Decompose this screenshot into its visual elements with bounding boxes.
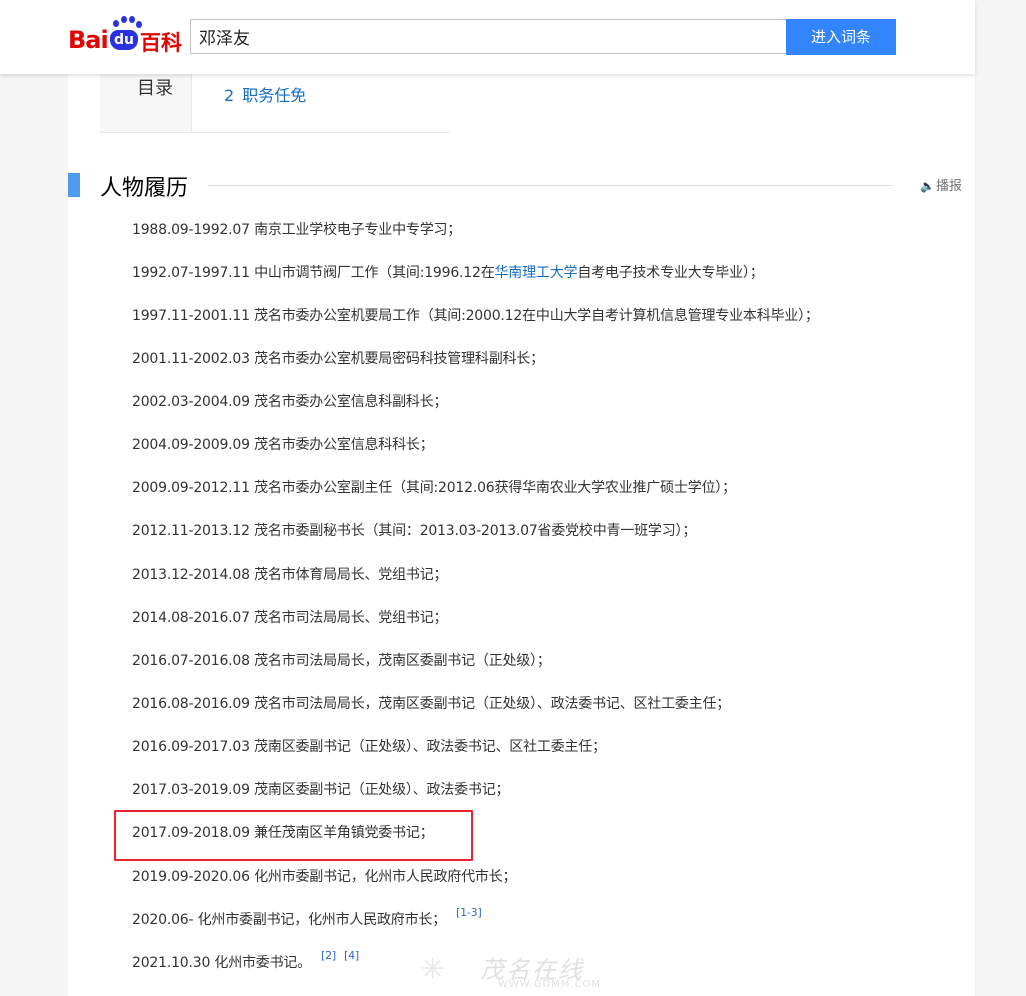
- section-accent-bar: [68, 173, 80, 197]
- catalog-item-number: 2: [224, 86, 235, 105]
- career-item: 2017.03-2019.09 茂南区委副书记（正处级）、政法委书记；: [132, 779, 509, 799]
- reference-link[interactable]: [1-3]: [456, 906, 482, 919]
- career-item: 2001.11-2002.03 茂名市委办公室机要局密码科技管理科副科长；: [132, 348, 544, 368]
- university-link[interactable]: 华南理工大学: [495, 265, 578, 281]
- red-highlight-box: [114, 810, 473, 861]
- career-item-text: 2016.08-2016.09 茂名市司法局局长，茂南区委副书记（正处级）、政法…: [132, 696, 731, 712]
- career-item-text: 2004.09-2009.09 茂名市委办公室信息科科长；: [132, 437, 434, 453]
- logo-bai-text: Bai: [68, 26, 109, 54]
- career-item-text: 自考电子技术专业大专毕业）；: [577, 265, 764, 281]
- catalog-label-column: 目录: [100, 74, 192, 132]
- career-item-text: 2002.03-2004.09 茂名市委办公室信息科副科长；: [132, 394, 448, 410]
- play-label: 播报: [936, 179, 963, 194]
- career-item: 2004.09-2009.09 茂名市委办公室信息科科长；: [132, 434, 434, 454]
- catalog-box: 目录 2 职务任免: [100, 74, 450, 133]
- career-item-text: 2009.09-2012.11 茂名市委办公室副主任（其间:2012.06获得华…: [132, 480, 736, 496]
- search-box: [190, 19, 786, 54]
- logo-baike-text: 百科: [140, 31, 182, 55]
- section-divider: [208, 185, 893, 186]
- career-item-text: 2017.03-2019.09 茂南区委副书记（正处级）、政法委书记；: [132, 782, 510, 798]
- career-item: 2002.03-2004.09 茂名市委办公室信息科副科长；: [132, 391, 447, 411]
- career-item: 2020.06- 化州市委副书记，化州市人民政府市长； [1-3]: [132, 906, 482, 929]
- career-item-text: 2019.09-2020.06 化州市委副书记，化州市人民政府代市长；: [132, 869, 517, 885]
- watermark-logo-icon: ✳: [420, 952, 446, 987]
- catalog-item-label: 职务任免: [242, 86, 307, 105]
- career-item-text: 2020.06- 化州市委副书记，化州市人民政府市长；: [132, 912, 446, 928]
- career-item-text: 2001.11-2002.03 茂名市委办公室机要局密码科技管理科副科长；: [132, 351, 544, 367]
- career-item-text: 2021.10.30 化州市委书记。: [132, 955, 312, 971]
- career-item: 2016.09-2017.03 茂南区委副书记（正处级）、政法委书记、区社工委主…: [132, 736, 606, 756]
- section-title: 人物履历: [100, 176, 189, 201]
- career-item-text: 2016.09-2017.03 茂南区委副书记（正处级）、政法委书记、区社工委主…: [132, 739, 606, 755]
- career-item: 1997.11-2001.11 茂名市委办公室机要局工作（其间:2000.12在…: [132, 305, 819, 325]
- career-item-text: 1988.09-1992.07 南京工业学校电子专业中专学习；: [132, 222, 462, 238]
- top-header: Bai du 百科 进入词条: [0, 0, 975, 74]
- reference-link[interactable]: [2]: [321, 949, 336, 962]
- career-item-text: 1997.11-2001.11 茂名市委办公室机要局工作（其间:2000.12在…: [132, 308, 819, 324]
- speaker-icon: 🔈: [920, 179, 935, 193]
- career-item-text: 2014.08-2016.07 茂名市司法局局长、党组书记；: [132, 610, 448, 626]
- career-item-text: 2013.12-2014.08 茂名市体育局局长、党组书记；: [132, 567, 448, 583]
- career-item: 2012.11-2013.12 茂名市委副秘书长（其间：2013.03-2013…: [132, 520, 696, 540]
- play-audio-button[interactable]: 🔈播报: [920, 175, 962, 194]
- career-item: 2009.09-2012.11 茂名市委办公室副主任（其间:2012.06获得华…: [132, 477, 736, 497]
- baidu-baike-logo[interactable]: Bai du 百科: [68, 16, 183, 56]
- search-input[interactable]: [191, 20, 786, 53]
- career-item: 1988.09-1992.07 南京工业学校电子专业中专学习；: [132, 219, 461, 239]
- watermark-sub-text: WWW.GDMM.COM: [498, 979, 602, 990]
- career-item: 2014.08-2016.07 茂名市司法局局长、党组书记；: [132, 607, 447, 627]
- reference-link[interactable]: [4]: [344, 949, 359, 962]
- career-item: 2021.10.30 化州市委书记。 [2] [4]: [132, 949, 359, 972]
- logo-du-text: du: [110, 30, 138, 50]
- career-item-text: 2012.11-2013.12 茂名市委副秘书长（其间：2013.03-2013…: [132, 523, 697, 539]
- career-item: 2013.12-2014.08 茂名市体育局局长、党组书记；: [132, 564, 447, 584]
- career-item-text: 2016.07-2016.08 茂名市司法局局长，茂南区委副书记（正处级）；: [132, 653, 551, 669]
- career-item-text: 1992.07-1997.11 中山市调节阀厂工作（其间:1996.12在: [132, 265, 495, 281]
- catalog-item-duties[interactable]: 2 职务任免: [224, 82, 306, 106]
- career-item: 2016.08-2016.09 茂名市司法局局长，茂南区委副书记（正处级）、政法…: [132, 693, 730, 713]
- career-item: 2016.07-2016.08 茂名市司法局局长，茂南区委副书记（正处级）；: [132, 650, 551, 670]
- site-watermark: ✳ 茂名在线 WWW.GDMM.COM: [420, 950, 620, 994]
- career-item: 1992.07-1997.11 中山市调节阀厂工作（其间:1996.12在华南理…: [132, 262, 764, 282]
- career-item: 2019.09-2020.06 化州市委副书记，化州市人民政府代市长；: [132, 866, 516, 886]
- section-header-career: 人物履历 🔈播报: [68, 168, 975, 202]
- enter-entry-button[interactable]: 进入词条: [786, 19, 896, 55]
- catalog-label: 目录: [137, 78, 173, 99]
